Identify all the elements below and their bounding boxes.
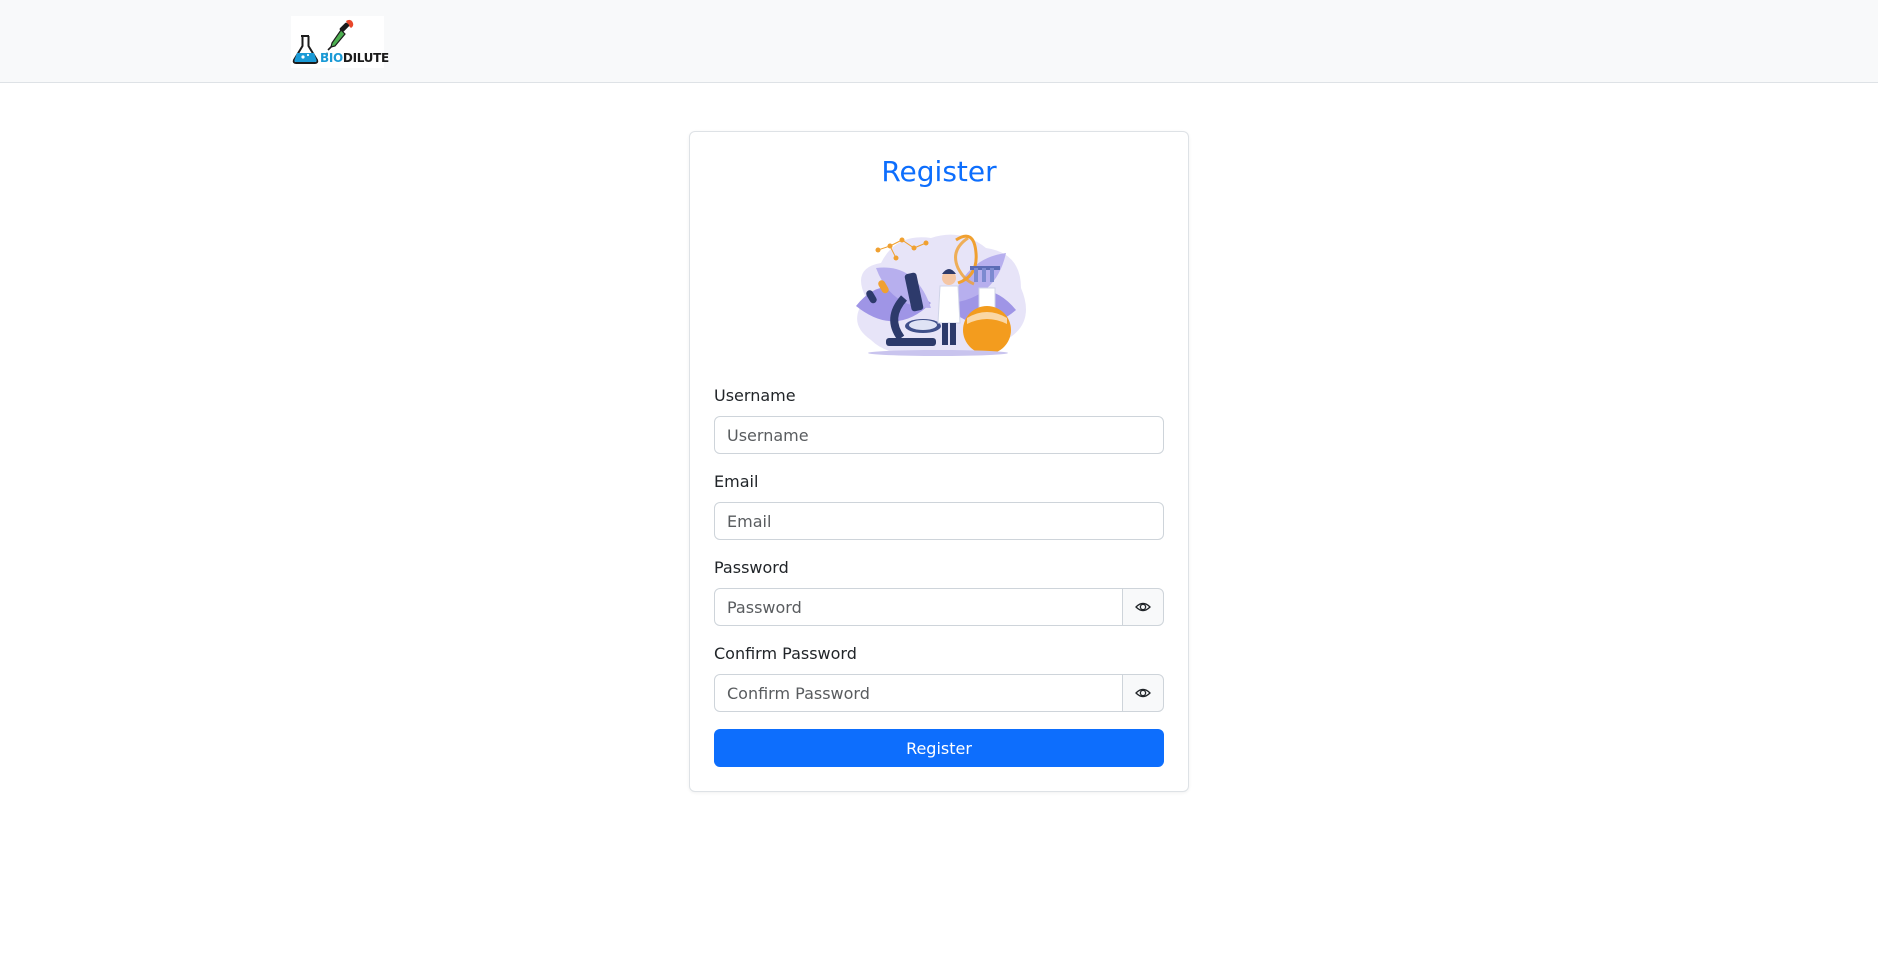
- brand-name-bio: BIO: [320, 51, 343, 65]
- register-button[interactable]: Register: [714, 729, 1164, 767]
- navbar: BIODILUTE: [0, 0, 1878, 83]
- brand-name-dilute: DILUTE: [342, 51, 389, 65]
- eye-icon: [1135, 602, 1151, 612]
- username-input[interactable]: [714, 416, 1164, 454]
- email-input[interactable]: [714, 502, 1164, 540]
- eye-icon: [1135, 688, 1151, 698]
- username-label: Username: [714, 386, 796, 405]
- page-title: Register: [881, 155, 997, 188]
- toggle-password-visibility-button[interactable]: [1122, 588, 1164, 626]
- confirm-password-input[interactable]: [714, 674, 1123, 712]
- brand-name: BIODILUTE: [320, 51, 389, 65]
- toggle-confirm-password-visibility-button[interactable]: [1122, 674, 1164, 712]
- brand-logo[interactable]: BIODILUTE: [291, 16, 389, 68]
- password-label: Password: [714, 558, 789, 577]
- scientist-lab-illustration: [856, 234, 1026, 356]
- confirm-password-label: Confirm Password: [714, 644, 857, 663]
- email-label: Email: [714, 472, 759, 491]
- password-input[interactable]: [714, 588, 1123, 626]
